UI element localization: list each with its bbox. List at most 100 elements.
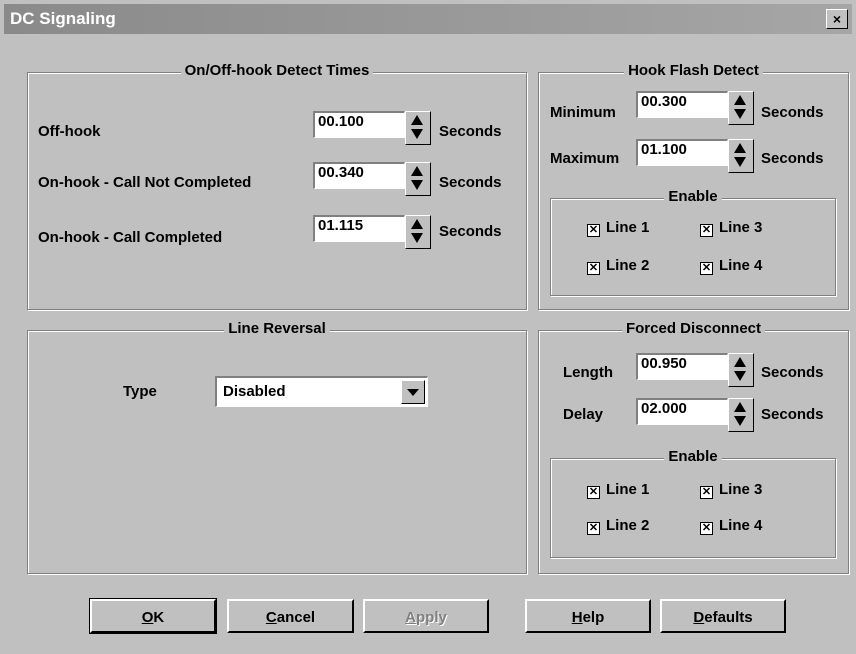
forced-disconnect-length-label: Length [563, 364, 613, 381]
forced-disconnect-line3-label: Line 3 [719, 481, 763, 498]
spin-up-icon[interactable] [734, 402, 746, 412]
on-hook-not-completed-field[interactable]: 00.340 [313, 162, 405, 189]
on-hook-completed-label: On-hook - Call Completed [38, 229, 223, 246]
close-button[interactable]: × [826, 9, 848, 29]
defaults-label: efaults [704, 609, 753, 626]
chevron-down-icon[interactable] [407, 389, 419, 396]
line-reversal-type-value: Disabled [223, 383, 286, 400]
hook-flash-line2-label: Line 2 [606, 257, 650, 274]
checkbox-checked-icon[interactable]: ✕ [700, 522, 713, 535]
spin-up-icon[interactable] [411, 115, 423, 125]
cancel-button[interactable]: Cancel [227, 599, 354, 633]
hook-flash-min-unit: Seconds [761, 104, 824, 121]
detect-times-group: On/Off-hook Detect Times [27, 62, 527, 310]
hook-flash-min-label: Minimum [550, 104, 616, 121]
checkbox-checked-icon[interactable]: ✕ [587, 522, 600, 535]
window-title: DC Signaling [10, 9, 116, 28]
hook-flash-max-label: Maximum [550, 150, 620, 167]
spin-down-icon[interactable] [411, 180, 423, 190]
hook-flash-line1-label: Line 1 [606, 219, 650, 236]
dropdown-button[interactable] [401, 380, 425, 404]
on-hook-completed-unit: Seconds [439, 223, 502, 240]
dc-signaling-dialog: DC Signaling × On/Off-hook Detect Times … [0, 0, 856, 654]
hook-flash-line4-label: Line 4 [719, 257, 763, 274]
hook-flash-line3-checkbox[interactable]: ✕ Line 3 [700, 219, 762, 237]
apply-mnemonic: A [405, 609, 416, 626]
hook-flash-enable-title: Enable [664, 188, 722, 205]
apply-label: pply [416, 609, 447, 626]
title-bar: DC Signaling × [4, 4, 852, 34]
off-hook-spin-buttons[interactable] [405, 111, 431, 145]
forced-disconnect-line1-label: Line 1 [606, 481, 650, 498]
hook-flash-min-spin-buttons[interactable] [728, 91, 754, 125]
checkbox-checked-icon[interactable]: ✕ [700, 224, 713, 237]
off-hook-unit: Seconds [439, 123, 502, 140]
off-hook-field[interactable]: 00.100 [313, 111, 405, 138]
checkbox-checked-icon[interactable]: ✕ [587, 262, 600, 275]
forced-disconnect-line2-label: Line 2 [606, 517, 650, 534]
hook-flash-title: Hook Flash Detect [624, 62, 763, 79]
spin-down-icon[interactable] [734, 416, 746, 426]
forced-disconnect-line1-checkbox[interactable]: ✕ Line 1 [587, 481, 649, 499]
help-label: elp [582, 609, 605, 626]
ok-label: K [153, 609, 165, 626]
hook-flash-line1-checkbox[interactable]: ✕ Line 1 [587, 219, 649, 237]
on-hook-not-completed-label: On-hook - Call Not Completed [38, 174, 252, 191]
forced-disconnect-length-field[interactable]: 00.950 [636, 353, 728, 380]
checkbox-checked-icon[interactable]: ✕ [587, 224, 600, 237]
apply-button[interactable]: Apply [363, 599, 489, 633]
on-hook-completed-field[interactable]: 01.115 [313, 215, 405, 242]
detect-times-title: On/Off-hook Detect Times [180, 62, 374, 79]
spin-down-icon[interactable] [734, 371, 746, 381]
spin-down-icon[interactable] [411, 233, 423, 243]
forced-disconnect-line2-checkbox[interactable]: ✕ Line 2 [587, 517, 649, 535]
forced-disconnect-line3-checkbox[interactable]: ✕ Line 3 [700, 481, 762, 499]
line-reversal-title: Line Reversal [224, 320, 330, 337]
forced-disconnect-enable-group: Enable [550, 448, 836, 558]
on-hook-not-completed-spin-buttons[interactable] [405, 162, 431, 196]
ok-button[interactable]: OK [89, 598, 217, 634]
spin-up-icon[interactable] [411, 219, 423, 229]
hook-flash-max-spin-buttons[interactable] [728, 139, 754, 173]
line-reversal-type-select[interactable]: Disabled [215, 376, 428, 407]
hook-flash-enable-group: Enable [550, 188, 836, 296]
hook-flash-line3-label: Line 3 [719, 219, 763, 236]
forced-disconnect-length-unit: Seconds [761, 364, 824, 381]
forced-disconnect-enable-title: Enable [664, 448, 722, 465]
off-hook-label: Off-hook [38, 123, 101, 140]
on-hook-completed-spin-buttons[interactable] [405, 215, 431, 249]
hook-flash-min-field[interactable]: 00.300 [636, 91, 728, 118]
spin-down-icon[interactable] [411, 129, 423, 139]
spin-down-icon[interactable] [734, 157, 746, 167]
checkbox-checked-icon[interactable]: ✕ [700, 486, 713, 499]
defaults-mnemonic: D [693, 609, 705, 626]
forced-disconnect-delay-label: Delay [563, 406, 604, 423]
checkbox-checked-icon[interactable]: ✕ [587, 486, 600, 499]
forced-disconnect-line4-checkbox[interactable]: ✕ Line 4 [700, 517, 762, 535]
hook-flash-max-field[interactable]: 01.100 [636, 139, 728, 166]
hook-flash-line4-checkbox[interactable]: ✕ Line 4 [700, 257, 762, 275]
cancel-mnemonic: C [265, 609, 277, 626]
cancel-label: ancel [276, 609, 316, 626]
forced-disconnect-delay-unit: Seconds [761, 406, 824, 423]
help-button[interactable]: Help [525, 599, 651, 633]
spin-up-icon[interactable] [411, 166, 423, 176]
forced-disconnect-delay-field[interactable]: 02.000 [636, 398, 728, 425]
spin-up-icon[interactable] [734, 143, 746, 153]
line-reversal-group: Line Reversal [27, 320, 527, 574]
on-hook-not-completed-unit: Seconds [439, 174, 502, 191]
forced-disconnect-delay-spin-buttons[interactable] [728, 398, 754, 432]
forced-disconnect-title: Forced Disconnect [621, 320, 766, 337]
forced-disconnect-line4-label: Line 4 [719, 517, 763, 534]
spin-up-icon[interactable] [734, 95, 746, 105]
spin-up-icon[interactable] [734, 357, 746, 367]
help-mnemonic: H [571, 609, 583, 626]
ok-mnemonic: O [141, 609, 154, 626]
defaults-button[interactable]: Defaults [660, 599, 786, 633]
spin-down-icon[interactable] [734, 109, 746, 119]
forced-disconnect-length-spin-buttons[interactable] [728, 353, 754, 387]
line-reversal-type-label: Type [123, 383, 157, 400]
hook-flash-max-unit: Seconds [761, 150, 824, 167]
hook-flash-line2-checkbox[interactable]: ✕ Line 2 [587, 257, 649, 275]
checkbox-checked-icon[interactable]: ✕ [700, 262, 713, 275]
